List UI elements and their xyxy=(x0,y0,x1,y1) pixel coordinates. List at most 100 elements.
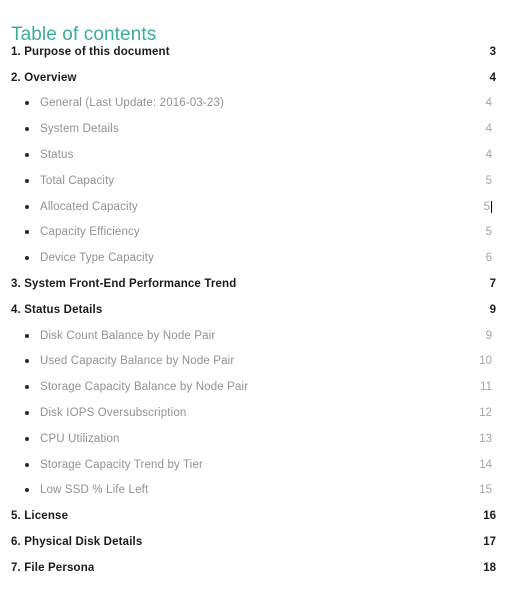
toc-entry-label[interactable]: 2. Overview xyxy=(11,72,77,84)
toc-entry-label[interactable]: Capacity Efficiency xyxy=(40,226,140,238)
toc-page-number[interactable]: 18 xyxy=(436,555,496,581)
bullet-icon xyxy=(25,256,29,261)
toc-page-number[interactable]: 14 xyxy=(432,452,492,478)
toc-page-number-text: 16 xyxy=(483,510,496,523)
bullet-icon xyxy=(25,204,29,209)
toc-entry-label[interactable]: Used Capacity Balance by Node Pair xyxy=(40,355,234,367)
toc-page-number-text: 6 xyxy=(485,252,492,265)
text-caret xyxy=(491,200,492,213)
toc-page-number[interactable]: 4 xyxy=(432,142,492,168)
bullet-icon xyxy=(25,153,29,158)
bullet-icon xyxy=(25,230,29,235)
toc-page-number-text: 13 xyxy=(479,432,492,445)
toc-page-number[interactable]: 5 xyxy=(432,168,492,194)
toc-page-number-text: 7 xyxy=(489,278,496,291)
toc-entry-label[interactable]: Status xyxy=(40,149,74,161)
toc-entry-label[interactable]: 6. Physical Disk Details xyxy=(11,536,142,548)
toc-page-number[interactable]: 11 xyxy=(432,374,492,400)
toc-page-number-text: 11 xyxy=(480,381,492,394)
toc-page-number-text: 4 xyxy=(489,71,496,84)
toc-entry-label[interactable]: Storage Capacity Balance by Node Pair xyxy=(40,381,248,393)
toc-page-number[interactable]: 17 xyxy=(436,529,496,555)
toc-page-number[interactable]: 13 xyxy=(432,426,492,452)
toc-entry-label[interactable]: 4. Status Details xyxy=(11,304,102,316)
toc-subsection-row[interactable]: Storage Capacity Balance by Node Pair 11 xyxy=(0,374,532,400)
toc-subsection-row[interactable]: Low SSD % Life Left 15 xyxy=(0,478,532,504)
toc-page-number[interactable]: 16 xyxy=(436,503,496,529)
toc-entry-label[interactable]: Allocated Capacity xyxy=(40,201,138,213)
toc-entry-label[interactable]: System Details xyxy=(40,123,119,135)
toc-page-number-text: 14 xyxy=(479,458,492,471)
toc-section-row[interactable]: 4. Status Details 9 xyxy=(0,297,532,323)
toc-page-number[interactable]: 9 xyxy=(432,323,492,349)
bullet-icon xyxy=(25,488,29,493)
toc-page-number-text: 17 xyxy=(483,536,496,549)
bullet-icon xyxy=(25,359,29,364)
toc-page-number-text: 18 xyxy=(483,561,496,574)
toc-page-number-text: 9 xyxy=(485,329,492,342)
toc-subsection-row[interactable]: Capacity Efficiency 5 xyxy=(0,220,532,246)
toc-subsection-row[interactable]: Used Capacity Balance by Node Pair 10 xyxy=(0,349,532,375)
toc-page-number-text: 10 xyxy=(479,355,492,368)
toc-page-number[interactable]: 7 xyxy=(436,271,496,297)
toc-entry-label[interactable]: 1. Purpose of this document xyxy=(11,46,170,58)
toc-section-row[interactable]: 3. System Front-End Performance Trend 7 xyxy=(0,271,532,297)
toc-page-number-text: 4 xyxy=(485,123,492,136)
toc-entry-label[interactable]: 5. License xyxy=(11,510,68,522)
toc-page-number[interactable]: 5 xyxy=(432,220,492,246)
toc-page-number-text: 5 xyxy=(483,200,490,213)
toc-subsection-row[interactable]: Storage Capacity Trend by Tier 14 xyxy=(0,452,532,478)
toc-page-number[interactable]: 10 xyxy=(432,349,492,375)
table-of-contents-page: Table of contents 1. Purpose of this doc… xyxy=(0,0,532,608)
bullet-icon xyxy=(25,411,29,416)
bullet-icon xyxy=(25,127,29,132)
bullet-icon xyxy=(25,101,29,106)
toc-entry-label[interactable]: Low SSD % Life Left xyxy=(40,484,148,496)
toc-list: 1. Purpose of this document 3 2. Overview 4… xyxy=(0,39,532,581)
toc-section-row[interactable]: 2. Overview 4 xyxy=(0,65,532,91)
toc-page-number[interactable]: 6 xyxy=(432,245,492,271)
toc-subsection-row[interactable]: Status 4 xyxy=(0,142,532,168)
toc-page-number-text: 4 xyxy=(485,149,492,162)
toc-section-row[interactable]: 7. File Persona 18 xyxy=(0,555,532,581)
bullet-icon xyxy=(25,333,29,338)
toc-entry-label[interactable]: Disk Count Balance by Node Pair xyxy=(40,330,215,342)
toc-entry-label[interactable]: Disk IOPS Oversubscription xyxy=(40,407,186,419)
toc-page-number[interactable]: 4 xyxy=(432,91,492,117)
toc-page-number-text: 12 xyxy=(479,407,492,420)
bullet-icon xyxy=(25,436,29,441)
toc-entry-label[interactable]: General (Last Update: 2016-03-23) xyxy=(40,97,224,109)
bullet-icon xyxy=(25,178,29,183)
toc-page-number-text: 5 xyxy=(485,174,492,187)
toc-subsection-row[interactable]: General (Last Update: 2016-03-23) 4 xyxy=(0,91,532,117)
toc-page-number-text: 3 xyxy=(489,45,496,58)
toc-subsection-row[interactable]: Allocated Capacity 5 xyxy=(0,194,532,220)
toc-subsection-row[interactable]: Total Capacity 5 xyxy=(0,168,532,194)
toc-section-row[interactable]: 1. Purpose of this document 3 xyxy=(0,39,532,65)
bullet-icon xyxy=(25,385,29,390)
toc-page-number-text: 15 xyxy=(479,484,492,497)
toc-page-number[interactable]: 3 xyxy=(436,39,496,65)
toc-entry-label[interactable]: Total Capacity xyxy=(40,175,114,187)
toc-page-number[interactable]: 12 xyxy=(432,400,492,426)
toc-entry-label[interactable]: 7. File Persona xyxy=(11,562,94,574)
toc-entry-label[interactable]: CPU Utilization xyxy=(40,433,120,445)
toc-subsection-row[interactable]: System Details 4 xyxy=(0,116,532,142)
toc-page-number-text: 5 xyxy=(485,226,492,239)
toc-page-number-text: 9 xyxy=(489,303,496,316)
toc-subsection-row[interactable]: Disk Count Balance by Node Pair 9 xyxy=(0,323,532,349)
toc-page-number[interactable]: 4 xyxy=(436,65,496,91)
toc-entry-label[interactable]: Device Type Capacity xyxy=(40,252,154,264)
toc-page-number[interactable]: 5 xyxy=(432,194,492,220)
toc-subsection-row[interactable]: Device Type Capacity 6 xyxy=(0,245,532,271)
toc-entry-label[interactable]: Storage Capacity Trend by Tier xyxy=(40,459,203,471)
toc-section-row[interactable]: 5. License 16 xyxy=(0,503,532,529)
toc-page-number[interactable]: 15 xyxy=(432,478,492,504)
toc-subsection-row[interactable]: Disk IOPS Oversubscription 12 xyxy=(0,400,532,426)
toc-page-number[interactable]: 9 xyxy=(436,297,496,323)
toc-page-number-text: 4 xyxy=(485,97,492,110)
toc-section-row[interactable]: 6. Physical Disk Details 17 xyxy=(0,529,532,555)
toc-entry-label[interactable]: 3. System Front-End Performance Trend xyxy=(11,278,236,290)
toc-page-number[interactable]: 4 xyxy=(432,116,492,142)
toc-subsection-row[interactable]: CPU Utilization 13 xyxy=(0,426,532,452)
